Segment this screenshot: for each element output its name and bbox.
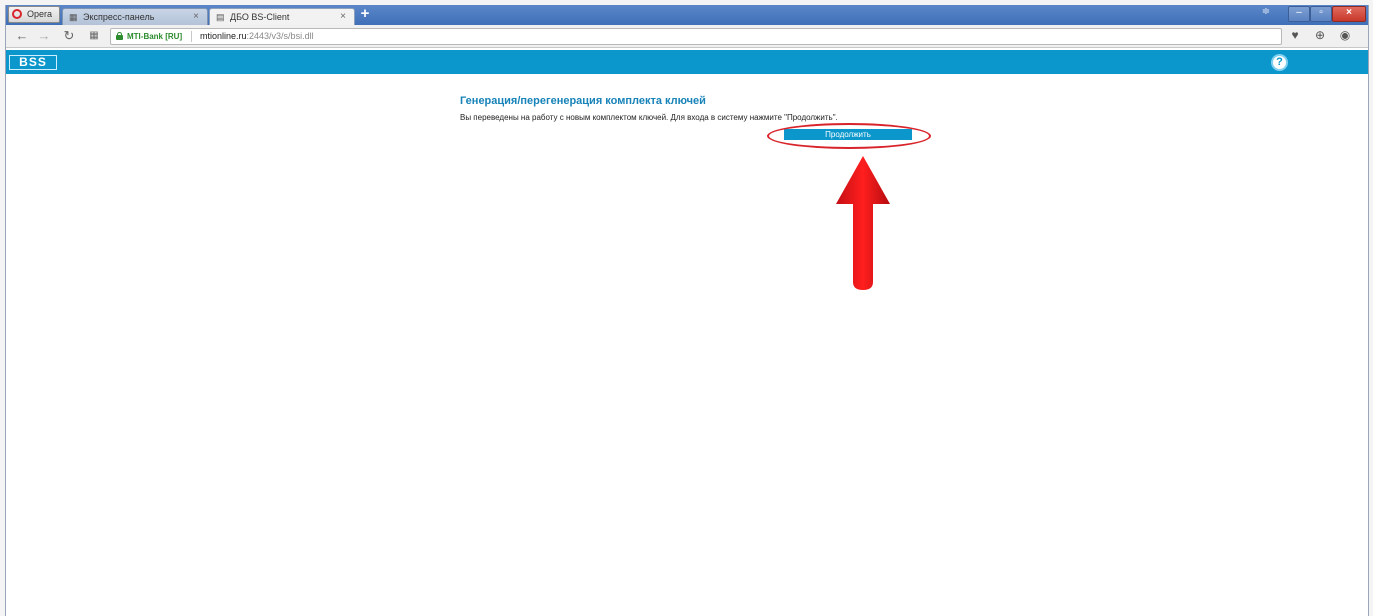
browser-window: Opera ▦ Экспресс-панель × ▤ ДБО BS-Clien… (5, 5, 1369, 616)
app-header: BSS ? (6, 50, 1368, 74)
tab-speed-dial[interactable]: ▦ Экспресс-панель × (62, 8, 208, 25)
speed-dial-icon[interactable]: ▦ (86, 28, 102, 44)
address-separator (191, 31, 192, 42)
speed-dial-icon: ▦ (69, 12, 78, 22)
address-bar[interactable]: MTI-Bank [RU] mtionline.ru:2443/v3/s/bsi… (110, 28, 1282, 45)
bss-logo: BSS (9, 55, 57, 70)
page-icon: ▤ (216, 12, 225, 22)
forward-arrow-icon[interactable]: → (36, 28, 52, 44)
close-tab-icon[interactable]: × (340, 9, 346, 25)
opera-menu-label: Opera (27, 9, 53, 19)
tab-menu-icon[interactable]: ≑ (1258, 6, 1274, 20)
new-tab-button[interactable]: + (358, 6, 372, 21)
account-icon[interactable]: ◉ (1336, 27, 1354, 44)
url-host: mtionline.ru (200, 31, 247, 41)
certificate-badge[interactable]: MTI-Bank [RU] (127, 29, 182, 44)
navigation-bar: ← → ↻ ▦ MTI-Bank [RU] mtionline.ru:2443/… (6, 25, 1368, 48)
reload-icon[interactable]: ↻ (61, 28, 77, 44)
minimize-button[interactable]: – (1288, 6, 1310, 22)
url-path: :2443/v3/s/bsi.dll (246, 31, 314, 41)
back-arrow-icon[interactable]: ← (14, 28, 30, 44)
help-icon[interactable]: ? (1271, 54, 1288, 71)
main-content: Генерация/перегенерация комплекта ключей… (6, 74, 1368, 616)
close-window-button[interactable]: × (1332, 6, 1366, 22)
info-message: Вы переведены на работу с новым комплект… (460, 113, 838, 122)
annotation-ellipse (767, 123, 931, 149)
tab-bar: Opera ▦ Экспресс-панель × ▤ ДБО BS-Clien… (6, 5, 1368, 25)
maximize-button[interactable]: ▫ (1310, 6, 1332, 22)
annotation-arrow-icon (836, 156, 890, 290)
lock-icon (116, 32, 123, 40)
page-title: Генерация/перегенерация комплекта ключей (460, 95, 706, 107)
tab-label: Экспресс-панель (83, 12, 155, 22)
heart-icon[interactable]: ♥ (1286, 27, 1304, 44)
opera-logo-icon (12, 9, 22, 19)
download-icon[interactable]: ⊕ (1311, 27, 1329, 44)
opera-menu-button[interactable]: Opera (8, 6, 60, 23)
tab-bs-client[interactable]: ▤ ДБО BS-Client × (209, 8, 355, 25)
url-text[interactable]: mtionline.ru:2443/v3/s/bsi.dll (200, 29, 314, 44)
close-tab-icon[interactable]: × (193, 9, 199, 25)
tab-label: ДБО BS-Client (230, 12, 290, 22)
